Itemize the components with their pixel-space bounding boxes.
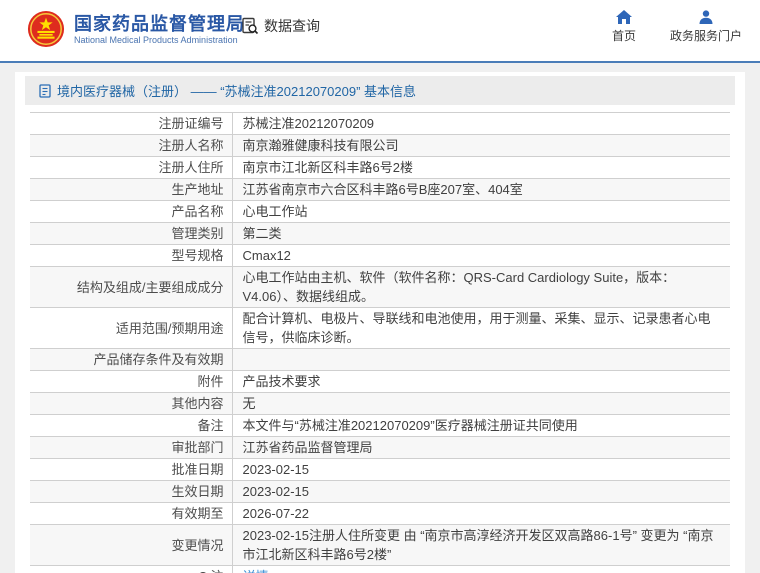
national-emblem-icon [27,10,65,48]
row-label: 生效日期 [171,484,224,499]
row-value: Cmax12 [242,248,291,263]
row-label: 适用范围/预期用途 [115,320,224,336]
row-label: 生产地址 [171,182,224,197]
row-label: 其他内容 [171,396,224,411]
table-row: 生产地址 江苏省南京市六合区科丰路6号B座207室、404室 [30,178,730,201]
row-label: 备注 [197,418,224,433]
table-row: 适用范围/预期用途 配合计算机、电极片、导联线和电池使用，用于测量、采集、显示、记… [30,307,730,349]
document-icon [39,83,51,98]
agency-name-en: National Medical Products Administration [74,34,238,45]
row-value: 2026-07-22 [242,506,310,521]
agency-name-cn: 国家药品监督管理局 [74,13,245,34]
table-row: 注册人名称 南京瀚雅健康科技有限公司 [30,134,730,157]
home-icon [615,10,632,24]
breadcrumb: 境内医疗器械（注册） —— “苏械注准20212070209” 基本信息 [25,76,735,105]
table-row: 注册人住所 南京市江北新区科丰路6号2楼 [30,156,730,179]
table-row: 生效日期 2023-02-15 [30,480,730,503]
breadcrumb-text: 境内医疗器械（注册） —— “苏械注准20212070209” 基本信息 [57,84,417,99]
user-icon [698,10,714,24]
row-label: 审批部门 [171,440,224,455]
data-query-tab[interactable]: 数据查询 [240,16,320,36]
row-label: 批准日期 [171,462,224,477]
row-value: 第二类 [242,226,282,241]
row-value: 2023-02-15注册人住所变更 由 “南京市高淳经济开发区双高路86-1号”… [242,528,714,562]
row-label: 产品储存条件及有效期 [93,352,224,367]
info-table-body: 注册证编号 苏械注准20212070209 注册人名称 南京瀚雅健康科技有限公司 注册人… [30,112,730,573]
row-label: 注册证编号 [158,116,224,131]
table-row: 有效期至 2026-07-22 [30,502,730,525]
info-table: 注册证编号 苏械注准20212070209 注册人名称 南京瀚雅健康科技有限公司 注册人… [30,112,730,573]
top-nav: 首页 政务服务门户 [578,10,742,44]
row-value: 本文件与“苏械注准20212070209”医疗器械注册证共同使用 [242,418,578,433]
content-container: 境内医疗器械（注册） —— “苏械注准20212070209” 基本信息 注册证… [15,72,745,573]
row-value: 无 [242,396,256,411]
row-label: 有效期至 [171,506,224,521]
row-label: 结构及组成/主要组成成分 [76,279,224,295]
table-row: 管理类别 第二类 [30,222,730,245]
data-query-label: 数据查询 [264,18,320,34]
row-value: 江苏省药品监督管理局 [242,440,373,455]
row-value: 2023-02-15 [242,462,310,477]
table-row: 其他内容 无 [30,392,730,415]
row-value: 配合计算机、电极片、导联线和电池使用，用于测量、采集、显示、记录患者心电信号，供… [242,311,711,345]
row-value: 南京瀚雅健康科技有限公司 [242,138,399,153]
table-row: 变更情况 2023-02-15注册人住所变更 由 “南京市高淳经济开发区双高路86… [30,524,730,566]
row-label: 变更情况 [171,537,224,553]
table-row: 结构及组成/主要组成成分 心电工作站由主机、软件（软件名称：QRS-Card Ca… [30,266,730,308]
table-row: 批准日期 2023-02-15 [30,458,730,481]
nav-portal[interactable]: 政务服务门户 [670,10,742,44]
row-value: 南京市江北新区科丰路6号2楼 [242,160,413,175]
row-label: 产品名称 [171,204,224,219]
table-row: 产品名称 心电工作站 [30,200,730,223]
row-label: 管理类别 [171,226,224,241]
nav-home[interactable]: 首页 [612,10,636,44]
table-row: 备注 本文件与“苏械注准20212070209”医疗器械注册证共同使用 [30,414,730,437]
table-row: 型号规格 Cmax12 [30,244,730,267]
header: 国家药品监督管理局 National Medical Products Admi… [0,0,760,63]
row-label: 注册人名称 [158,138,224,153]
agency-brand: 国家药品监督管理局 National Medical Products Admi… [27,10,245,48]
row-label: 注册人住所 [158,160,224,175]
table-row: 注 详情 [30,565,730,573]
table-row: 注册证编号 苏械注准20212070209 [30,112,730,135]
agency-name: 国家药品监督管理局 National Medical Products Admi… [74,13,245,46]
nav-portal-label: 政务服务门户 [669,29,742,43]
nav-home-label: 首页 [611,29,636,43]
row-value: 苏械注准20212070209 [242,116,375,131]
document-search-icon [240,16,260,36]
detail-link[interactable]: 详情 [243,569,269,573]
row-value: 心电工作站由主机、软件（软件名称：QRS-Card Cardiology Sui… [242,270,676,304]
row-label: 注 [210,569,223,573]
table-row: 产品储存条件及有效期 [30,348,730,371]
row-label: 型号规格 [171,248,224,263]
row-label: 附件 [197,374,224,389]
table-row: 审批部门 江苏省药品监督管理局 [30,436,730,459]
row-value: 心电工作站 [242,204,308,219]
table-row: 附件 产品技术要求 [30,370,730,393]
row-value: 2023-02-15 [242,484,310,499]
row-value: 江苏省南京市六合区科丰路6号B座207室、404室 [242,182,523,197]
row-value: 产品技术要求 [242,374,321,389]
